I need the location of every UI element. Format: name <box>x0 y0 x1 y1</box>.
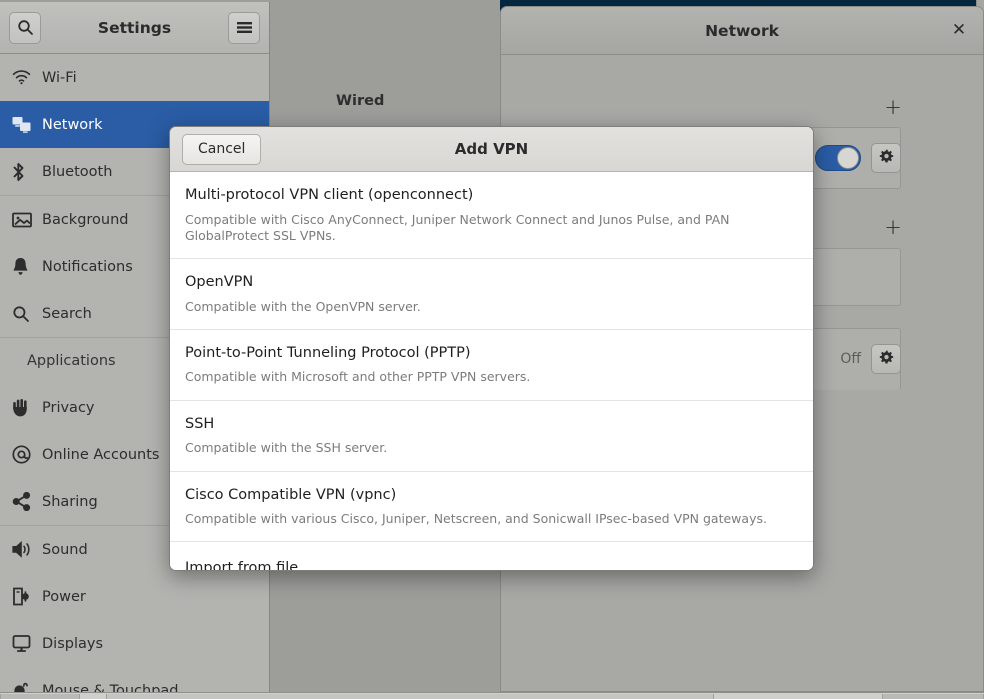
sidebar-item-label: Network <box>42 116 103 133</box>
sidebar-item-label: Privacy <box>42 399 95 416</box>
menu-button[interactable] <box>228 11 260 44</box>
wired-toggle[interactable] <box>815 145 861 171</box>
search-icon <box>12 305 42 323</box>
vpn-item-name: Cisco Compatible VPN (vpnc) <box>185 486 397 503</box>
cancel-button[interactable]: Cancel <box>182 133 262 165</box>
vpn-item-name: Import from file… <box>185 560 313 570</box>
toggle-knob <box>837 147 859 169</box>
sidebar-item-label: Sound <box>42 541 88 558</box>
vpn-type-list[interactable]: Multi-protocol VPN client (openconnect) … <box>170 172 813 570</box>
vpn-item-description: Compatible with the SSH server. <box>185 440 388 456</box>
add-wired-button[interactable]: + <box>883 97 903 118</box>
gear-icon <box>879 350 894 369</box>
sidebar-item-displays[interactable]: Displays <box>0 620 269 667</box>
search-button[interactable] <box>9 11 41 44</box>
wired-settings-button[interactable] <box>871 143 901 173</box>
gear-icon <box>879 149 894 168</box>
monitor-icon <box>12 635 42 652</box>
panel-segment[interactable] <box>106 694 714 699</box>
vpn-item-name: Point-to-Point Tunneling Protocol (PPTP) <box>185 344 471 361</box>
screen: Settings Wi-Fi Network Bluetooth Backgro… <box>0 0 984 699</box>
sidebar-item-label: Mouse & Touchpad <box>42 682 179 693</box>
settings-headerbar: Settings <box>0 2 269 54</box>
sidebar-item-label: Power <box>42 588 86 605</box>
sidebar-item-power[interactable]: Power <box>0 573 269 620</box>
sidebar-item-label: Wi-Fi <box>42 69 77 86</box>
vpn-item-name: SSH <box>185 415 215 432</box>
sidebar-item-label: Bluetooth <box>42 163 113 180</box>
list-item[interactable]: OpenVPN Compatible with the OpenVPN serv… <box>170 259 813 330</box>
wifi-icon <box>12 70 42 85</box>
bluetooth-icon <box>12 162 42 182</box>
dialog-title: Add VPN <box>454 140 529 158</box>
vpn-item-name: Multi-protocol VPN client (openconnect) <box>185 187 474 203</box>
hamburger-menu-icon <box>236 21 253 34</box>
background-image-icon <box>12 212 42 228</box>
list-item[interactable]: Multi-protocol VPN client (openconnect) … <box>170 172 813 260</box>
sidebar-item-label: Displays <box>42 635 104 652</box>
dialog-headerbar: Cancel Add VPN <box>170 127 813 172</box>
list-item[interactable]: SSH Compatible with the SSH server. <box>170 401 813 472</box>
sidebar-item-wi-fi[interactable]: Wi-Fi <box>0 54 269 101</box>
vpn-item-description: Compatible with Cisco AnyConnect, Junipe… <box>185 211 730 243</box>
proxy-status: Off <box>840 351 861 367</box>
panel-segment[interactable] <box>882 694 984 699</box>
close-icon[interactable]: ✕ <box>949 21 969 41</box>
hand-icon <box>12 398 42 417</box>
proxy-settings-button[interactable] <box>871 344 901 374</box>
share-icon <box>12 492 42 511</box>
network-icon <box>12 116 42 133</box>
vpn-item-name: OpenVPN <box>185 274 254 291</box>
vpn-item-description: Compatible with various Cisco, Juniper, … <box>185 511 767 527</box>
proxy-row[interactable]: Off <box>801 343 901 375</box>
bottom-panel[interactable] <box>0 692 984 699</box>
list-item[interactable]: Point-to-Point Tunneling Protocol (PPTP)… <box>170 330 813 401</box>
sidebar-item-label: Online Accounts <box>42 446 160 463</box>
sidebar-item-label: Sharing <box>42 493 98 510</box>
bell-icon <box>12 257 42 276</box>
vpn-item-description: Compatible with the OpenVPN server. <box>185 298 421 314</box>
speaker-icon <box>12 541 42 558</box>
sidebar-item-label: Notifications <box>42 258 133 275</box>
mouse-icon <box>12 681 42 692</box>
network-headerbar: Network ✕ <box>501 7 983 55</box>
add-vpn-dialog: Cancel Add VPN Multi-protocol VPN client… <box>169 126 814 571</box>
sidebar-item-label: Background <box>42 211 129 228</box>
panel-segment[interactable] <box>0 694 80 699</box>
list-item[interactable]: Cisco Compatible VPN (vpnc) Compatible w… <box>170 472 813 543</box>
wired-section-label: Wired <box>336 93 385 109</box>
sidebar-item-mouse-touchpad[interactable]: Mouse & Touchpad <box>0 667 269 692</box>
sidebar-item-label: Search <box>42 305 92 322</box>
at-sign-icon <box>12 445 42 464</box>
search-icon <box>17 19 34 36</box>
network-window-title: Network <box>705 21 779 40</box>
battery-power-icon <box>12 587 42 606</box>
import-from-file-item[interactable]: Import from file… <box>170 542 813 570</box>
add-vpn-button[interactable]: + <box>883 217 903 238</box>
vpn-item-description: Compatible with Microsoft and other PPTP… <box>185 369 531 385</box>
